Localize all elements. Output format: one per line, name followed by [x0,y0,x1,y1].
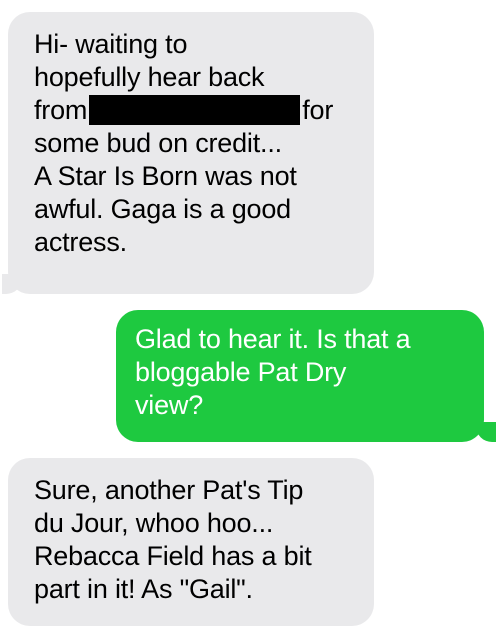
message-text-fragment: from [34,95,88,125]
message-text-line: actress. [34,227,127,257]
message-text-line: Glad to hear it. Is that a [135,324,411,354]
message-text-line: some bud on credit... [34,128,282,158]
message-text-line: hopefully hear back [34,62,265,92]
message-text-line: du Jour, whoo hoo... [34,508,274,538]
message-bubble-outgoing[interactable]: Glad to hear it. Is that a bloggable Pat… [116,310,484,442]
message-text-fragment: for [302,95,334,125]
message-text-line: view? [135,390,204,420]
message-text-line: awful. Gaga is a good [34,194,291,224]
message-bubble-incoming[interactable]: Sure, another Pat's Tip du Jour, whoo ho… [8,458,374,626]
message-bubble-incoming[interactable]: Hi- waiting to hopefully hear back from f… [8,12,374,294]
message-text-line: part in it! As "Gail". [34,574,253,604]
message-text-line: Hi- waiting to [34,29,188,59]
redaction-bar [89,95,301,125]
message-text-line: Rebacca Field has a bit [34,541,312,571]
message-text-line: bloggable Pat Dry [135,357,347,387]
bubble-tail [476,422,500,442]
message-text-line: Sure, another Pat's Tip [34,475,304,505]
message-text-line: from for [34,94,354,127]
message-text-line: A Star Is Born was not [34,161,297,191]
